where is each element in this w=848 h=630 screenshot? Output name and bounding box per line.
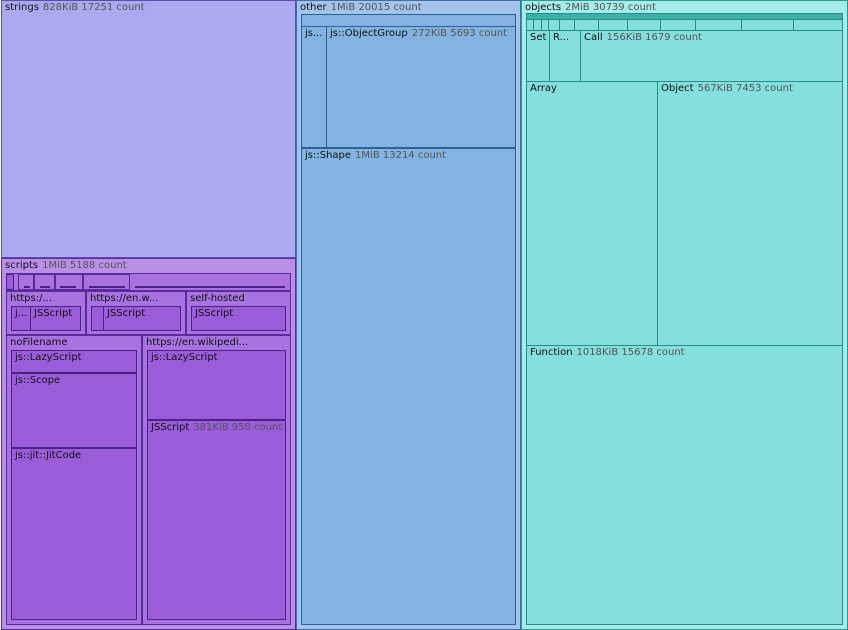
treemap-cell-r[interactable]: R... — [549, 30, 581, 82]
treemap-cell-jitcode[interactable]: js::jit::JitCode — [11, 448, 137, 620]
cell-name: other — [300, 2, 327, 13]
treemap-cell-scope[interactable]: js::Scope — [11, 373, 137, 448]
treemap-cell-array[interactable]: Array — [526, 81, 658, 346]
cell-name: JSScript — [151, 422, 190, 433]
mini-cell — [24, 286, 30, 288]
treemap-cell-shape[interactable]: js::Shape 1MiB 13214 count — [301, 148, 516, 625]
cell-meta: 272KiB 5693 count — [411, 28, 508, 39]
cell-name: https://en.wikipedi... — [146, 337, 249, 348]
cell-name: js... — [305, 28, 323, 39]
treemap-cell-js-small[interactable]: js... — [301, 26, 327, 148]
mini-cell — [40, 286, 50, 288]
cell-meta: 1018KiB 15678 count — [576, 347, 685, 358]
cell-name: Call — [584, 32, 603, 43]
treemap-cell-lazyscript[interactable]: js::LazyScript — [11, 350, 137, 373]
cell-name: Function — [530, 347, 573, 358]
cell-name: js::Shape — [305, 150, 352, 161]
cell-name: scripts — [5, 260, 39, 271]
cell-name: Object — [661, 83, 694, 94]
treemap-cell-object[interactable]: Object 567KiB 7453 count — [657, 81, 843, 346]
cell-meta: 567KiB 7453 count — [697, 83, 793, 94]
cell-meta: 1MiB 5188 count — [42, 260, 127, 271]
cell-meta: 828KiB 17251 count — [42, 2, 145, 13]
cell-name: j... — [15, 308, 28, 319]
cell-meta: 1MiB 13214 count — [355, 150, 447, 161]
cell-name: objects — [525, 2, 562, 13]
cell-name: js::LazyScript — [151, 352, 218, 363]
treemap-cell-jsscript[interactable]: JSScript — [191, 306, 286, 331]
treemap-cell-jsscript[interactable]: JSScript — [30, 306, 81, 331]
treemap-cell-call[interactable]: Call 156KiB 1679 count — [580, 30, 843, 82]
cell-name: self-hosted — [190, 293, 245, 304]
cell-name: JSScript — [107, 308, 146, 319]
mini-cell — [89, 286, 125, 288]
mini-cell — [60, 286, 76, 288]
cell-name: js::ObjectGroup — [330, 28, 408, 39]
cell-meta: 1MiB 20015 count — [330, 2, 422, 13]
treemap-cell-tiny[interactable] — [6, 274, 14, 290]
cell-name: strings — [5, 2, 39, 13]
cell-name: https:/... — [10, 293, 53, 304]
cell-name: https://en.w... — [90, 293, 159, 304]
cell-meta: 381KiB 950 count — [193, 422, 283, 433]
cell-name: js::Scope — [15, 375, 61, 386]
treemap-cell-strings[interactable]: strings 828KiB 17251 count — [1, 0, 296, 258]
treemap-cell-lazyscript[interactable]: js::LazyScript — [147, 350, 286, 420]
cell-name: js::jit::JitCode — [15, 450, 82, 461]
treemap-cell-jsscript-wiki[interactable]: JSScript 381KiB 950 count — [147, 420, 286, 620]
treemap-cell-jsscript[interactable]: JSScript — [103, 306, 181, 331]
cell-meta: 156KiB 1679 count — [606, 32, 702, 43]
cell-name: Set — [530, 32, 547, 43]
cell-name: Array — [530, 83, 557, 94]
treemap-cell-function[interactable]: Function 1018KiB 15678 count — [526, 345, 843, 625]
treemap-cell-objectgroup[interactable]: js::ObjectGroup 272KiB 5693 count — [326, 26, 516, 148]
cell-name: JSScript — [195, 308, 234, 319]
mini-cell — [135, 286, 285, 288]
cell-name: js::LazyScript — [15, 352, 82, 363]
cell-name: JSScript — [34, 308, 73, 319]
cell-name: R... — [553, 32, 570, 43]
treemap-cell-set[interactable]: Set — [526, 30, 550, 82]
cell-name: noFilename — [10, 337, 68, 348]
treemap-cell-j[interactable]: j... — [11, 306, 31, 331]
cell-meta: 2MiB 30739 count — [565, 2, 657, 13]
